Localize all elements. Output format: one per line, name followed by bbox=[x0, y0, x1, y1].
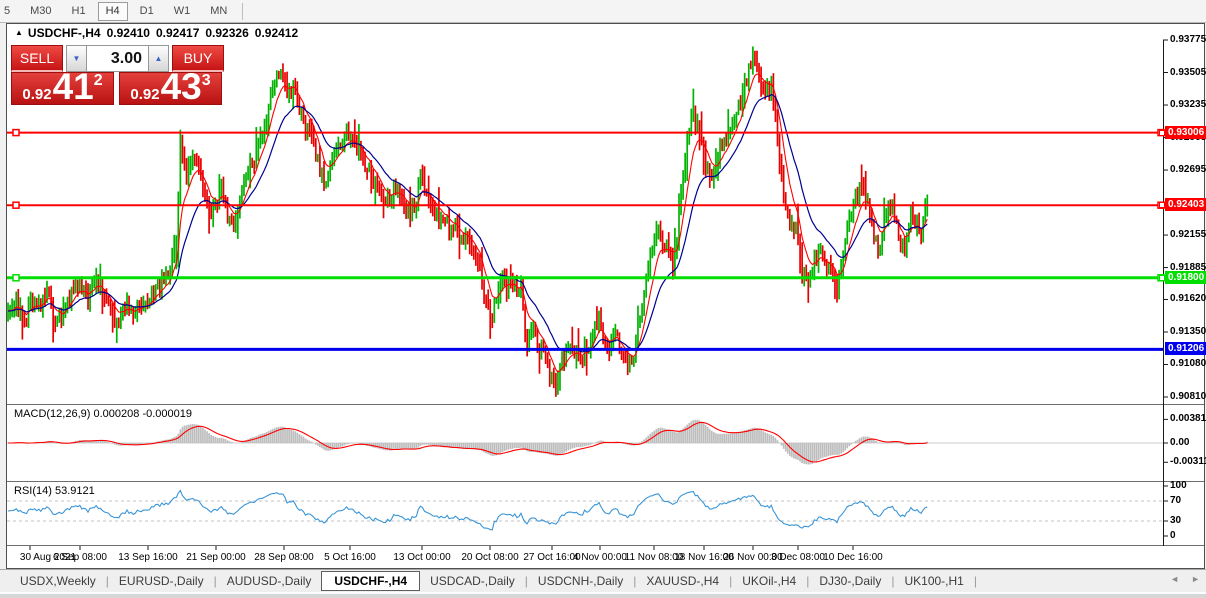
time-axis-label: 5 Oct 16:00 bbox=[324, 552, 376, 563]
timeframe-toolbar: 5 M30 H1 H4 D1 W1 MN bbox=[0, 0, 1206, 23]
arrow-up-icon: ▲ bbox=[154, 54, 163, 63]
chart-tab-audusd-daily[interactable]: AUDUSD-,Daily bbox=[217, 572, 322, 590]
price-badge-0.91206: 0.91206 bbox=[1165, 342, 1206, 356]
level-axis-handle bbox=[1159, 202, 1165, 209]
buy-button-label: BUY bbox=[183, 50, 213, 66]
tab-scroll-left-icon[interactable]: ◄ bbox=[1170, 574, 1179, 584]
rsi-scale-label: 30 bbox=[1170, 515, 1182, 526]
sell-price-sup: 2 bbox=[93, 72, 103, 89]
buy-price-big: 43 bbox=[160, 66, 202, 108]
macd-scale-label: 0.00 bbox=[1170, 437, 1190, 448]
chart-tab-uk100-h1[interactable]: UK100-,H1 bbox=[894, 572, 973, 590]
timeframe-button-w1[interactable]: W1 bbox=[166, 2, 199, 21]
buy-price-box[interactable]: 0.92 43 3 bbox=[119, 66, 222, 108]
chart-tab-bar: USDX,Weekly | EURUSD-,Daily | AUDUSD-,Daily U… bbox=[0, 569, 1206, 592]
time-axis-label: 21 Sep 00:00 bbox=[186, 552, 246, 563]
chart-tab-usdcnh-daily[interactable]: USDCNH-,Daily bbox=[528, 572, 633, 590]
price-tick-label: 0.93775 bbox=[1170, 34, 1206, 45]
macd-scale-label: -0.00311 bbox=[1170, 456, 1206, 468]
volume-input[interactable] bbox=[87, 45, 148, 72]
price-tick-label: 0.93235 bbox=[1170, 99, 1206, 111]
tab-separator: | bbox=[973, 574, 977, 588]
toolbar-separator bbox=[242, 2, 244, 20]
ohlc-low: 0.92326 bbox=[205, 25, 249, 40]
price-badge-0.91800: 0.91800 bbox=[1165, 270, 1206, 284]
chart-tab-ukoil-h4[interactable]: UKOil-,H4 bbox=[732, 572, 806, 590]
sell-button-label: SELL bbox=[19, 50, 55, 66]
tab-scroll-arrows: ◄ ► bbox=[1170, 574, 1200, 584]
rsi-scale-label: 100 bbox=[1170, 480, 1187, 491]
ohlc-high: 0.92417 bbox=[155, 25, 200, 40]
rsi-scale-label: 70 bbox=[1170, 495, 1182, 506]
chart-tab-dj30-daily[interactable]: DJ30-,Daily bbox=[809, 572, 891, 590]
time-axis-label: 6 Sep 08:00 bbox=[53, 552, 107, 563]
price-badge-0.93006: 0.93006 bbox=[1165, 125, 1206, 139]
time-axis-label: 28 Sep 08:00 bbox=[254, 552, 314, 563]
macd-scale-label: 0.003811 bbox=[1170, 413, 1206, 425]
chart-symbol-title: USDCHF-,H4 bbox=[27, 25, 101, 40]
rsi-scale-label: 0 bbox=[1170, 530, 1176, 541]
chart-tab-usdchf-h4[interactable]: USDCHF-,H4 bbox=[321, 571, 421, 591]
chart-tab-xauusd-h4[interactable]: XAUUSD-,H4 bbox=[636, 572, 729, 590]
chart-title-bar: ▲ USDCHF-,H4 0.92410 0.92417 0.92326 0.9… bbox=[7, 24, 1157, 41]
sell-price-box[interactable]: 0.92 41 2 bbox=[11, 66, 114, 108]
price-tick-label: 0.92695 bbox=[1170, 164, 1206, 176]
chart-tab-eurusd-daily[interactable]: EURUSD-,Daily bbox=[109, 572, 214, 590]
time-axis-label: 3 Dec 08:00 bbox=[771, 552, 825, 563]
rsi-value: 53.9121 bbox=[54, 485, 95, 497]
price-tick-label: 0.91080 bbox=[1170, 358, 1206, 370]
mt4-app: 5 M30 H1 H4 D1 W1 MN ▲ USDCHF-,H4 0.92410 0.92… bbox=[0, 0, 1206, 598]
chart-tab-usdcad-daily[interactable]: USDCAD-,Daily bbox=[420, 572, 525, 590]
rsi-label: RSI(14) 53.9121 bbox=[14, 485, 95, 497]
timeframe-button-m30[interactable]: M30 bbox=[22, 2, 59, 21]
price-badge-0.92403: 0.92403 bbox=[1165, 198, 1206, 212]
ohlc-close: 0.92412 bbox=[254, 25, 299, 40]
sell-price-big: 41 bbox=[52, 66, 94, 108]
macd-label: MACD(12,26,9) 0.000208 -0.000019 bbox=[14, 408, 192, 420]
price-tick-label: 0.91620 bbox=[1170, 293, 1206, 305]
sell-price-base: 0.92 bbox=[22, 86, 52, 103]
macd-main-value: 0.000208 bbox=[93, 408, 140, 420]
price-tick-label: 0.93505 bbox=[1170, 66, 1206, 78]
time-axis-label: 13 Oct 00:00 bbox=[393, 552, 451, 563]
time-axis-label: 27 Oct 16:00 bbox=[523, 552, 581, 563]
arrow-down-icon: ▼ bbox=[72, 54, 81, 63]
timeframe-button-h1[interactable]: H1 bbox=[64, 2, 94, 21]
timeframe-button-d1[interactable]: D1 bbox=[132, 2, 162, 21]
bottom-strip bbox=[0, 592, 1206, 598]
time-axis-label: 4 Nov 00:00 bbox=[573, 552, 627, 563]
collapse-panel-icon[interactable]: ▲ bbox=[15, 28, 23, 37]
price-tick-label: 0.91350 bbox=[1170, 325, 1206, 337]
time-axis-label: 20 Oct 08:00 bbox=[461, 552, 519, 563]
timeframe-button-mn[interactable]: MN bbox=[202, 2, 235, 21]
price-tick-label: 0.92155 bbox=[1170, 229, 1206, 241]
level-axis-handle bbox=[1159, 129, 1165, 136]
timeframe-button-5[interactable]: 5 bbox=[0, 2, 18, 21]
macd-signal-value: -0.000019 bbox=[142, 408, 192, 420]
ohlc-open: 0.92410 bbox=[106, 25, 150, 40]
tab-scroll-right-icon[interactable]: ► bbox=[1191, 574, 1200, 584]
chart-window: ▲ USDCHF-,H4 0.92410 0.92417 0.92326 0.9… bbox=[6, 23, 1206, 569]
buy-price-sup: 3 bbox=[201, 72, 211, 89]
timeframe-button-h4[interactable]: H4 bbox=[97, 1, 128, 21]
level-axis-handle bbox=[1159, 274, 1165, 281]
time-axis-label: 10 Dec 16:00 bbox=[823, 552, 883, 563]
buy-price-base: 0.92 bbox=[130, 86, 160, 103]
price-tick-label: 0.90810 bbox=[1170, 391, 1206, 402]
one-click-trading-panel: SELL ▼ ▲ BUY 0.92 41 bbox=[11, 45, 226, 105]
chart-tab-usdx-weekly[interactable]: USDX,Weekly bbox=[10, 572, 106, 590]
time-axis-label: 13 Sep 16:00 bbox=[118, 552, 178, 563]
